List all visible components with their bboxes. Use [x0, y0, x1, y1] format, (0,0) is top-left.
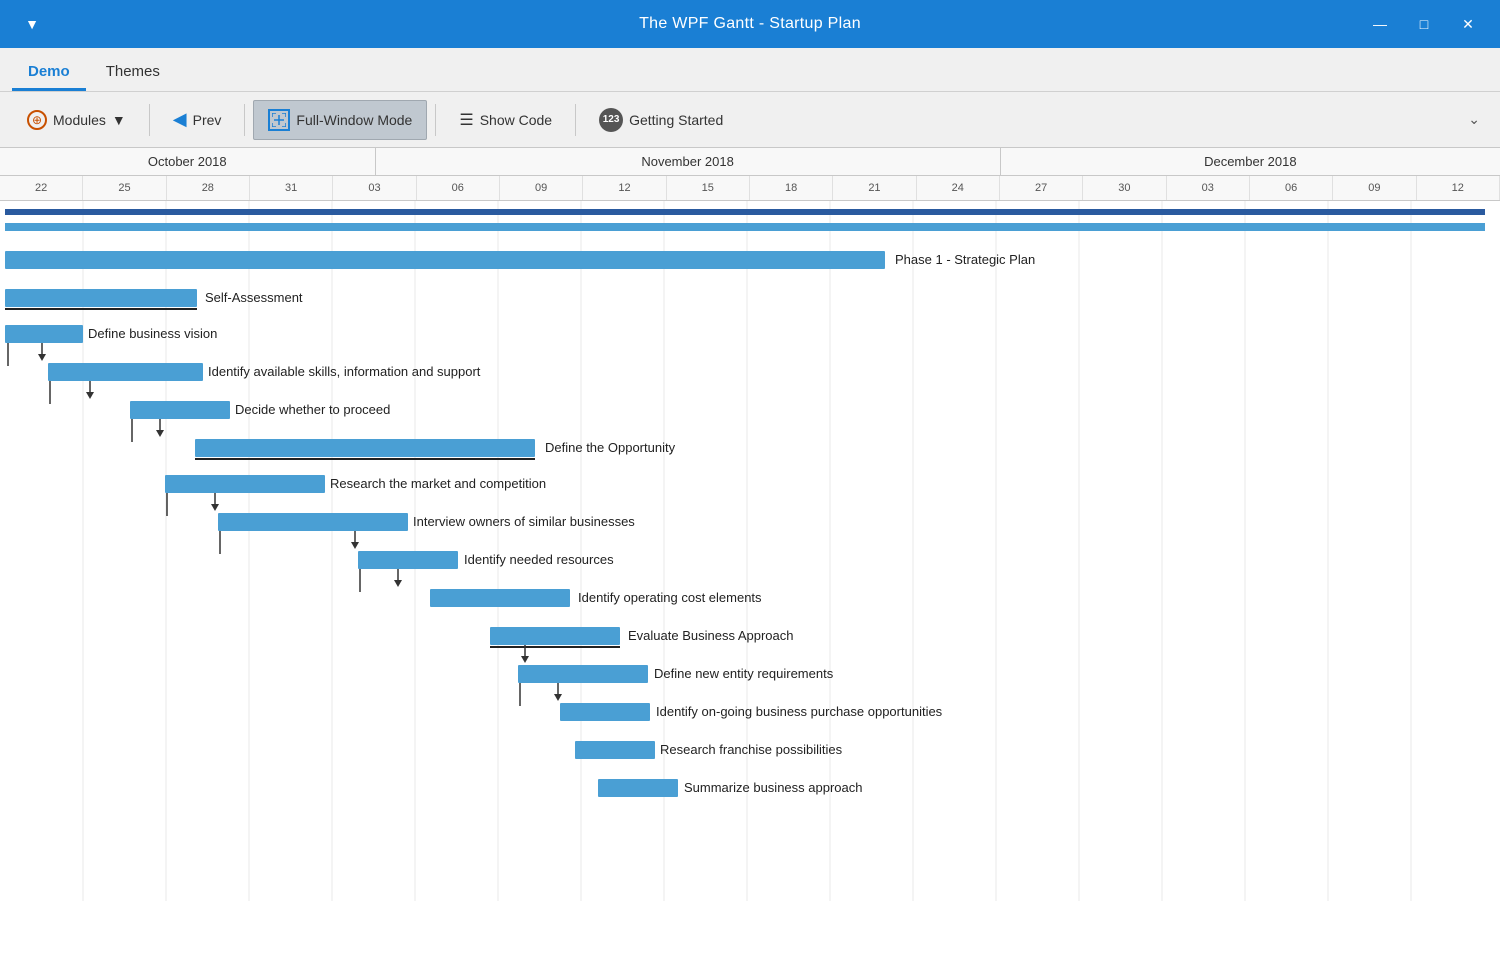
- maximize-button[interactable]: □: [1404, 8, 1444, 40]
- bar-identify-cost: [430, 589, 570, 607]
- label-evaluate: Evaluate Business Approach: [628, 628, 794, 643]
- dep-arrow-5: [351, 542, 359, 549]
- day-25: 25: [83, 176, 166, 200]
- window-controls: — □ ✕: [1360, 8, 1488, 40]
- day-27: 27: [1000, 176, 1083, 200]
- tab-demo[interactable]: Demo: [12, 55, 86, 91]
- title-bar-left: ▼: [12, 8, 52, 40]
- show-code-button[interactable]: ☰ Show Code: [444, 100, 567, 140]
- label-decide: Decide whether to proceed: [235, 402, 390, 417]
- gantt-svg: Phase 1 - Strategic Plan Self-Assessment…: [0, 201, 1500, 901]
- bar-define-bv: [5, 325, 83, 343]
- dep-arrow-3: [156, 430, 164, 437]
- close-button[interactable]: ✕: [1448, 8, 1488, 40]
- modules-button[interactable]: ⊕ Modules ▼: [12, 100, 141, 140]
- label-selfassess: Self-Assessment: [205, 290, 303, 305]
- day-18: 18: [750, 176, 833, 200]
- dep-arrow-2: [86, 392, 94, 399]
- separator-3: [435, 104, 436, 136]
- tab-themes[interactable]: Themes: [90, 55, 176, 91]
- getting-started-button[interactable]: 123 Getting Started: [584, 100, 738, 140]
- label-define-bv: Define business vision: [88, 326, 217, 341]
- app-title: The WPF Gantt - Startup Plan: [639, 15, 861, 33]
- label-summarize: Summarize business approach: [684, 780, 862, 795]
- day-03b: 03: [1167, 176, 1250, 200]
- separator-2: [244, 104, 245, 136]
- hamburger-icon: ▼: [25, 16, 39, 32]
- prev-button[interactable]: ◀ Prev: [158, 100, 237, 140]
- separator-4: [575, 104, 576, 136]
- day-06b: 06: [1250, 176, 1333, 200]
- day-28: 28: [167, 176, 250, 200]
- label-define-entity: Define new entity requirements: [654, 666, 834, 681]
- label-define-opp: Define the Opportunity: [545, 440, 676, 455]
- bar-row1-dark: [5, 209, 1485, 215]
- dep-arrow-4: [211, 504, 219, 511]
- day-31: 31: [250, 176, 333, 200]
- toolbar: ⊕ Modules ▼ ◀ Prev Full-Window Mode ☰ Sh…: [0, 92, 1500, 148]
- timeline-header: October 2018 November 2018 December 2018…: [0, 148, 1500, 201]
- bar-interview: [218, 513, 408, 531]
- dep-arrow-7: [521, 656, 529, 663]
- bar-research: [165, 475, 325, 493]
- month-row: October 2018 November 2018 December 2018: [0, 148, 1500, 176]
- day-row: 22 25 28 31 03 06 09 12 15 18 21 24 27 3…: [0, 176, 1500, 200]
- month-november: November 2018: [376, 148, 1001, 175]
- dropdown-arrow-icon: ▼: [112, 112, 126, 128]
- label-interview: Interview owners of similar businesses: [413, 514, 635, 529]
- separator-1: [149, 104, 150, 136]
- day-15: 15: [667, 176, 750, 200]
- bar-identify-res: [358, 551, 458, 569]
- bar-define-entity: [518, 665, 648, 683]
- tab-bar: Demo Themes: [0, 48, 1500, 92]
- day-22: 22: [0, 176, 83, 200]
- bar-define-opp: [195, 439, 535, 457]
- day-24: 24: [917, 176, 1000, 200]
- gantt-chart: Phase 1 - Strategic Plan Self-Assessment…: [0, 201, 1500, 953]
- label-identify-skills: Identify available skills, information a…: [208, 364, 481, 379]
- day-12a: 12: [583, 176, 666, 200]
- bar-summarize: [598, 779, 678, 797]
- bar-identify-ongo: [560, 703, 650, 721]
- bar-decide: [130, 401, 230, 419]
- bar-research-franchise: [575, 741, 655, 759]
- full-window-button[interactable]: Full-Window Mode: [253, 100, 427, 140]
- month-october: October 2018: [0, 148, 376, 175]
- bar-selfassess: [5, 289, 197, 307]
- label-phase1: Phase 1 - Strategic Plan: [895, 252, 1035, 267]
- label-identify-ongo: Identify on-going business purchase oppo…: [656, 704, 943, 719]
- day-09a: 09: [500, 176, 583, 200]
- dep-arrow-1: [38, 354, 46, 361]
- day-09b: 09: [1333, 176, 1416, 200]
- app-menu-button[interactable]: ▼: [12, 8, 52, 40]
- bar-phase1: [5, 251, 885, 269]
- code-icon: ☰: [459, 110, 473, 130]
- toolbar-chevron-icon[interactable]: ⌄: [1460, 107, 1488, 132]
- bar-row2-blue: [5, 223, 1485, 231]
- dep-arrow-8: [554, 694, 562, 701]
- dep-arrow-6: [394, 580, 402, 587]
- day-12b: 12: [1417, 176, 1500, 200]
- bar-identify-skills: [48, 363, 203, 381]
- month-december: December 2018: [1001, 148, 1500, 175]
- label-identify-res: Identify needed resources: [464, 552, 614, 567]
- full-window-icon: [268, 109, 290, 131]
- label-research: Research the market and competition: [330, 476, 546, 491]
- title-bar: ▼ The WPF Gantt - Startup Plan — □ ✕: [0, 0, 1500, 48]
- day-03a: 03: [333, 176, 416, 200]
- gantt-container: October 2018 November 2018 December 2018…: [0, 148, 1500, 953]
- arrows-icon: [272, 113, 286, 127]
- day-21: 21: [833, 176, 916, 200]
- day-06a: 06: [417, 176, 500, 200]
- minimize-button[interactable]: —: [1360, 8, 1400, 40]
- day-30: 30: [1083, 176, 1166, 200]
- bar-evaluate: [490, 627, 620, 645]
- compass-icon: ⊕: [27, 110, 47, 130]
- prev-arrow-icon: ◀: [173, 109, 187, 130]
- badge-icon: 123: [599, 108, 623, 132]
- label-research-franchise: Research franchise possibilities: [660, 742, 843, 757]
- label-identify-cost: Identify operating cost elements: [578, 590, 762, 605]
